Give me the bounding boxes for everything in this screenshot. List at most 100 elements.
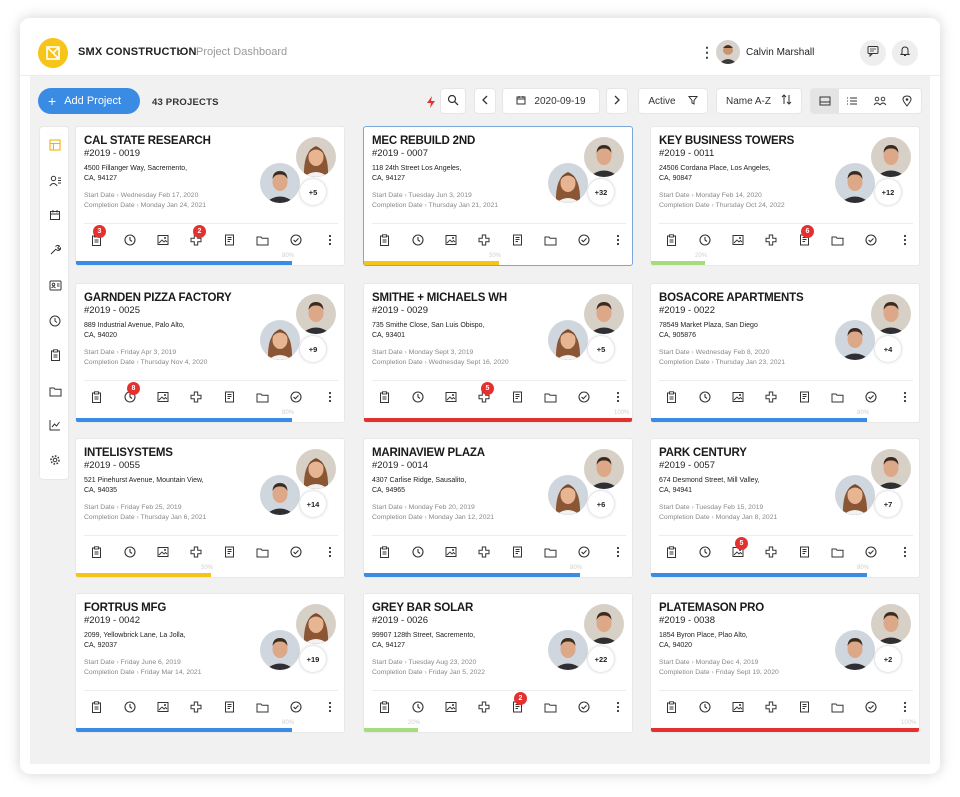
image-icon[interactable] xyxy=(155,544,171,560)
check-circle-icon[interactable] xyxy=(576,389,592,405)
image-icon[interactable] xyxy=(443,699,459,715)
project-title[interactable]: CAL STATE RESEARCH xyxy=(84,135,284,147)
clipboard-icon[interactable] xyxy=(376,699,392,715)
image-icon[interactable] xyxy=(443,544,459,560)
team-member-avatar[interactable] xyxy=(258,318,302,362)
check-circle-icon[interactable] xyxy=(288,544,304,560)
team-count[interactable]: +12 xyxy=(875,179,901,205)
folder-icon[interactable] xyxy=(542,544,558,560)
image-icon[interactable] xyxy=(443,389,459,405)
check-circle-icon[interactable] xyxy=(576,544,592,560)
folder-icon[interactable] xyxy=(542,232,558,248)
more-vertical-icon[interactable] xyxy=(322,544,338,560)
team-count[interactable]: +5 xyxy=(300,179,326,205)
folder-icon[interactable] xyxy=(829,389,845,405)
document-icon[interactable] xyxy=(221,232,237,248)
project-card[interactable]: BOSACORE APARTMENTS #2019 - 0022 78549 Mar… xyxy=(650,283,920,423)
project-title[interactable]: PLATEMASON PRO xyxy=(659,602,859,614)
team-count[interactable]: +32 xyxy=(588,179,614,205)
clipboard-icon[interactable]: 3 xyxy=(88,225,106,248)
team-member-avatar[interactable] xyxy=(869,292,913,336)
team-member-avatar[interactable] xyxy=(258,628,302,672)
more-vertical-icon[interactable] xyxy=(322,389,338,405)
check-circle-icon[interactable] xyxy=(288,232,304,248)
image-icon[interactable] xyxy=(730,699,746,715)
document-icon[interactable] xyxy=(509,389,525,405)
medical-plus-icon[interactable] xyxy=(476,232,492,248)
medical-plus-icon[interactable] xyxy=(188,389,204,405)
clipboard-icon[interactable] xyxy=(376,544,392,560)
folder-icon[interactable] xyxy=(254,389,270,405)
image-icon[interactable] xyxy=(443,232,459,248)
project-title[interactable]: BOSACORE APARTMENTS xyxy=(659,292,859,304)
team-member-avatar[interactable] xyxy=(546,628,590,672)
project-title[interactable]: GARNDEN PIZZA FACTORY xyxy=(84,292,284,304)
team-member-avatar[interactable] xyxy=(294,292,338,336)
clock-icon[interactable] xyxy=(410,232,426,248)
logo-icon[interactable] xyxy=(38,38,68,68)
team-member-avatar[interactable] xyxy=(294,602,338,646)
project-card[interactable]: CAL STATE RESEARCH #2019 - 0019 4500 Filla… xyxy=(75,126,345,266)
document-icon[interactable] xyxy=(221,389,237,405)
team-member-avatar[interactable] xyxy=(833,473,877,517)
dashboard-icon[interactable] xyxy=(47,137,63,153)
folder-icon[interactable] xyxy=(254,544,270,560)
team-count[interactable]: +6 xyxy=(588,491,614,517)
project-card[interactable]: GREY BAR SOLAR #2019 - 0026 99907 128th St… xyxy=(363,593,633,733)
image-icon[interactable] xyxy=(730,232,746,248)
more-vertical-icon[interactable] xyxy=(610,389,626,405)
more-vertical-icon[interactable] xyxy=(897,699,913,715)
document-icon[interactable] xyxy=(796,389,812,405)
folder-icon[interactable] xyxy=(829,544,845,560)
team-member-avatar[interactable] xyxy=(833,318,877,362)
check-circle-icon[interactable] xyxy=(863,699,879,715)
document-icon[interactable]: 2 xyxy=(509,692,527,715)
search-button[interactable] xyxy=(440,88,466,114)
team-member-avatar[interactable] xyxy=(546,318,590,362)
more-vertical-icon[interactable] xyxy=(322,699,338,715)
project-title[interactable]: INTELISYSTEMS xyxy=(84,447,284,459)
clipboard-icon[interactable] xyxy=(47,347,63,363)
team-count[interactable]: +19 xyxy=(300,646,326,672)
team-member-avatar[interactable] xyxy=(546,161,590,205)
clock-icon[interactable] xyxy=(697,699,713,715)
team-view-icon[interactable] xyxy=(866,89,894,113)
project-title[interactable]: FORTRUS MFG xyxy=(84,602,284,614)
project-title[interactable]: GREY BAR SOLAR xyxy=(372,602,572,614)
document-icon[interactable]: 6 xyxy=(796,225,814,248)
previous-date-button[interactable] xyxy=(474,88,496,114)
document-icon[interactable] xyxy=(509,232,525,248)
project-card[interactable]: SMITHE + MICHAELS WH #2019 - 0029 735 Smit… xyxy=(363,283,633,423)
map-view-icon[interactable] xyxy=(894,89,922,113)
users-icon[interactable] xyxy=(47,173,63,189)
more-vertical-icon[interactable] xyxy=(897,544,913,560)
clock-icon[interactable] xyxy=(122,544,138,560)
chart-icon[interactable] xyxy=(47,417,63,433)
document-icon[interactable] xyxy=(796,699,812,715)
clock-icon[interactable] xyxy=(410,544,426,560)
team-member-avatar[interactable] xyxy=(869,135,913,179)
team-count[interactable]: +4 xyxy=(875,336,901,362)
clipboard-icon[interactable] xyxy=(663,699,679,715)
more-vertical-icon[interactable] xyxy=(897,389,913,405)
notifications-button[interactable] xyxy=(892,40,918,66)
project-card[interactable]: GARNDEN PIZZA FACTORY #2019 - 0025 889 Ind… xyxy=(75,283,345,423)
image-icon[interactable] xyxy=(155,699,171,715)
clock-icon[interactable] xyxy=(410,389,426,405)
clipboard-icon[interactable] xyxy=(88,699,104,715)
check-circle-icon[interactable] xyxy=(576,232,592,248)
project-title[interactable]: PARK CENTURY xyxy=(659,447,859,459)
project-title[interactable]: KEY BUSINESS TOWERS xyxy=(659,135,859,147)
status-filter[interactable]: Active xyxy=(638,88,708,114)
image-icon[interactable]: 5 xyxy=(730,537,748,560)
add-project-button[interactable]: + Add Project xyxy=(38,88,140,114)
clipboard-icon[interactable] xyxy=(376,389,392,405)
flash-icon[interactable] xyxy=(426,95,436,113)
medical-plus-icon[interactable]: 5 xyxy=(476,382,494,405)
team-member-avatar[interactable] xyxy=(258,473,302,517)
image-icon[interactable] xyxy=(155,232,171,248)
team-member-avatar[interactable] xyxy=(546,473,590,517)
clock-icon[interactable] xyxy=(122,699,138,715)
clipboard-icon[interactable] xyxy=(663,232,679,248)
folder-icon[interactable] xyxy=(542,699,558,715)
